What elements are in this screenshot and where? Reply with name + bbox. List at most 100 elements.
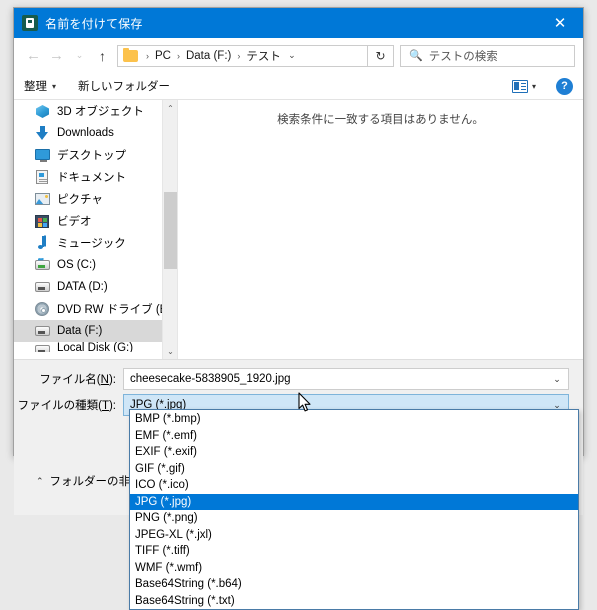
navigation-bar: ← → ⌄ ↑ › PC › Data (F:) › テスト ⌄ ↻ 🔍 テスト… — [14, 38, 583, 73]
desktop-icon — [34, 147, 51, 163]
sidebar-item[interactable]: ドキュメント — [14, 166, 177, 188]
help-button[interactable]: ? — [556, 77, 573, 95]
sidebar-item-label: OS (C:) — [57, 259, 96, 271]
sidebar-item-label: ピクチャ — [57, 194, 103, 206]
sidebar-item[interactable]: ミュージック — [14, 232, 177, 254]
filetype-option[interactable]: WMF (*.wmf) — [130, 560, 578, 577]
sidebar-item-label: Local Disk (G:) — [57, 342, 134, 352]
save-as-dialog: 名前を付けて保存 ✕ ← → ⌄ ↑ › PC › Data (F:) › テス… — [13, 7, 584, 515]
videos-icon — [34, 213, 51, 229]
filetype-option[interactable]: Base64String (*.txt) — [130, 593, 578, 610]
filetype-option[interactable]: EMF (*.emf) — [130, 428, 578, 445]
breadcrumb-item-data-f[interactable]: Data (F:) — [185, 50, 232, 62]
organize-label: 整理 — [24, 81, 47, 93]
chevron-down-icon[interactable]: ⌄ — [282, 50, 302, 61]
back-icon[interactable]: ← — [22, 43, 45, 69]
organize-button[interactable]: 整理 ▾ — [24, 78, 56, 94]
navigation-pane: 3D オブジェクト Downloads デスクトップドキュメント ピクチャビデオミュー… — [14, 100, 178, 359]
filetype-option[interactable]: EXIF (*.exif) — [130, 444, 578, 461]
breadcrumb-item-test[interactable]: テスト — [245, 48, 282, 64]
search-input[interactable]: 🔍 テストの検索 — [400, 44, 575, 67]
screen-root: 名前を付けて保存 ✕ ← → ⌄ ↑ › PC › Data (F:) › テス… — [0, 0, 597, 610]
sidebar-item[interactable]: 3D オブジェクト — [14, 100, 177, 122]
filetype-option[interactable]: JPG (*.jpg) — [130, 493, 578, 510]
filetype-option[interactable]: TIFF (*.tiff) — [130, 543, 578, 560]
save-app-icon — [22, 15, 38, 31]
sidebar-item[interactable]: ビデオ — [14, 210, 177, 232]
close-button[interactable]: ✕ — [537, 8, 583, 38]
sidebar-item-label: DATA (D:) — [57, 281, 108, 293]
filetype-option[interactable]: Base64String (*.b64) — [130, 576, 578, 593]
new-folder-label: 新しいフォルダー — [78, 81, 171, 93]
filename-input[interactable]: cheesecake-5838905_1920.jpg ⌄ — [123, 368, 569, 390]
breadcrumb-item-pc[interactable]: PC — [154, 50, 172, 62]
search-placeholder: テストの検索 — [428, 50, 498, 63]
sidebar-item-label: Data (F:) — [57, 325, 103, 337]
filetype-label-pre: ファイルの種類( — [17, 400, 102, 412]
documents-icon — [34, 169, 51, 185]
mouse-cursor — [298, 392, 312, 418]
scroll-down-icon[interactable]: ⌄ — [163, 343, 177, 359]
filetype-label: ファイルの種類(T): — [14, 397, 123, 413]
dvd-drive-icon — [34, 301, 51, 317]
downloads-icon — [34, 125, 51, 141]
sidebar-item-label: ビデオ — [57, 216, 92, 228]
address-bar[interactable]: › PC › Data (F:) › テスト ⌄ — [117, 44, 368, 67]
search-icon: 🔍 — [409, 50, 423, 62]
dialog-body: 3D オブジェクト Downloads デスクトップドキュメント ピクチャビデオミュー… — [14, 100, 583, 360]
sidebar-item-label: DVD RW ドライブ (E:) A — [57, 304, 178, 316]
filename-label-pre: ファイル名( — [39, 374, 101, 386]
breadcrumb-separator: › — [237, 50, 241, 61]
sidebar-item[interactable]: ピクチャ — [14, 188, 177, 210]
refresh-icon[interactable]: ↻ — [368, 44, 394, 67]
filetype-accesskey: T — [101, 400, 109, 412]
dialog-title-bar[interactable]: 名前を付けて保存 ✕ — [14, 8, 583, 38]
sidebar-item[interactable]: Downloads — [14, 122, 177, 144]
recent-locations-icon[interactable]: ⌄ — [68, 43, 91, 69]
toolbar-right-group: ▾ ? — [511, 77, 573, 95]
filename-label-post: ): — [108, 374, 116, 386]
filetype-option[interactable]: GIF (*.gif) — [130, 461, 578, 478]
scrollbar-thumb[interactable] — [164, 192, 177, 269]
scroll-up-icon[interactable]: ⌃ — [163, 100, 177, 116]
empty-state-message: 検索条件に一致する項目はありません。 — [277, 114, 484, 126]
filetype-option[interactable]: PNG (*.png) — [130, 510, 578, 527]
windows-drive-icon — [34, 257, 51, 273]
filetype-dropdown-list[interactable]: BMP (*.bmp) EMF (*.emf) EXIF (*.exif) GIF (… — [129, 409, 579, 610]
sidebar-item-label: 3D オブジェクト — [57, 106, 144, 118]
command-toolbar: 整理 ▾ 新しいフォルダー ▾ ? — [14, 73, 583, 100]
sidebar-list: 3D オブジェクト Downloads デスクトップドキュメント ピクチャビデオミュー… — [14, 100, 177, 352]
drive-icon — [34, 342, 51, 352]
breadcrumb-separator: › — [176, 50, 180, 61]
sidebar-item[interactable]: デスクトップ — [14, 144, 177, 166]
sidebar-scrollbar[interactable]: ⌃ ⌄ — [162, 100, 177, 359]
dialog-title: 名前を付けて保存 — [45, 16, 143, 31]
filename-accesskey: N — [100, 374, 109, 386]
filetype-option[interactable]: JPEG-XL (*.jxl) — [130, 527, 578, 544]
chevron-down-icon[interactable]: ▾ — [532, 82, 536, 91]
folder-icon — [123, 47, 138, 62]
sidebar-item-label: ドキュメント — [57, 172, 126, 184]
sidebar-item[interactable]: DVD RW ドライブ (E:) A — [14, 298, 177, 320]
filename-label: ファイル名(N): — [14, 371, 123, 387]
new-folder-button[interactable]: 新しいフォルダー — [78, 78, 170, 94]
drive-icon — [34, 323, 51, 339]
sidebar-item[interactable]: OS (C:) — [14, 254, 177, 276]
file-list-pane[interactable]: 検索条件に一致する項目はありません。 — [178, 100, 583, 359]
filetype-label-post: ): — [108, 400, 116, 412]
view-layout-icon[interactable] — [511, 79, 528, 93]
forward-icon[interactable]: → — [45, 43, 68, 69]
3d-objects-icon — [34, 103, 51, 119]
music-icon — [34, 235, 51, 251]
up-level-icon[interactable]: ↑ — [91, 43, 114, 69]
sidebar-item[interactable]: DATA (D:) — [14, 276, 177, 298]
pictures-icon — [34, 191, 51, 207]
sidebar-item[interactable]: Local Disk (G:) — [14, 342, 177, 352]
filetype-option[interactable]: BMP (*.bmp) — [130, 411, 578, 428]
chevron-down-icon[interactable]: ⌄ — [546, 374, 568, 385]
filename-value: cheesecake-5838905_1920.jpg — [130, 373, 291, 385]
filetype-option[interactable]: ICO (*.ico) — [130, 477, 578, 494]
sidebar-item[interactable]: Data (F:) — [14, 320, 177, 342]
drive-icon — [34, 279, 51, 295]
chevron-down-icon: ▾ — [52, 81, 57, 91]
